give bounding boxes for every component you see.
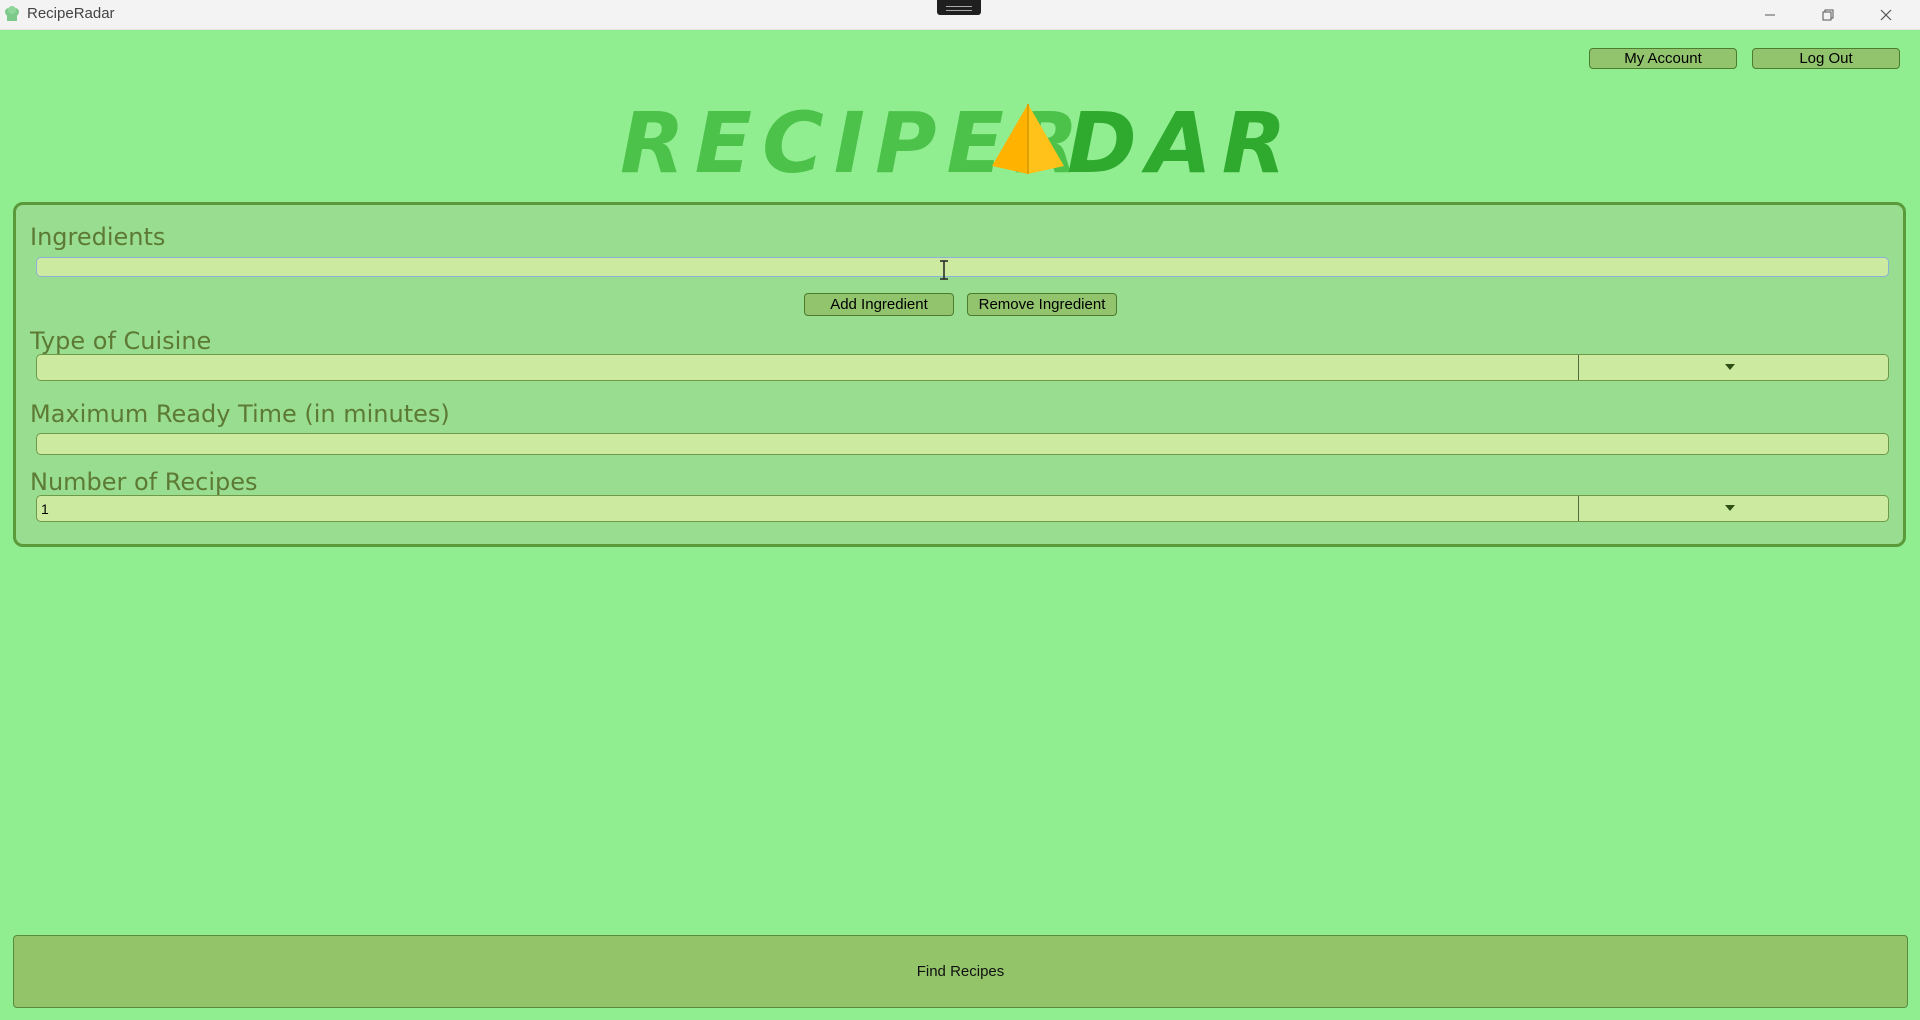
chef-hat-icon <box>5 6 19 21</box>
ingredients-input[interactable] <box>36 257 1889 277</box>
close-icon <box>1880 9 1892 20</box>
ready-time-label: Maximum Ready Time (in minutes) <box>30 400 450 428</box>
window-title: RecipeRadar <box>27 5 115 22</box>
cuisine-label: Type of Cuisine <box>30 327 212 355</box>
search-form-panel: Ingredients Add Ingredient Remove Ingred… <box>13 202 1906 547</box>
add-ingredient-button[interactable]: Add Ingredient <box>804 293 954 316</box>
close-button[interactable] <box>1857 0 1915 29</box>
restore-button[interactable] <box>1799 0 1857 29</box>
num-recipes-label: Number of Recipes <box>30 468 258 496</box>
remove-ingredient-button[interactable]: Remove Ingredient <box>967 293 1117 316</box>
drag-handle[interactable] <box>937 0 981 15</box>
num-recipes-combobox[interactable]: 1 <box>36 495 1889 522</box>
my-account-button[interactable]: My Account <box>1589 48 1737 69</box>
num-recipes-value: 1 <box>41 501 49 517</box>
ready-time-input[interactable] <box>36 433 1889 455</box>
ingredients-label: Ingredients <box>30 223 166 251</box>
find-recipes-button[interactable]: Find Recipes <box>13 935 1908 1008</box>
restore-icon <box>1822 9 1834 20</box>
chevron-down-icon[interactable] <box>1725 364 1735 370</box>
log-out-button[interactable]: Log Out <box>1752 48 1900 69</box>
minimize-icon <box>1765 14 1775 15</box>
chevron-down-icon[interactable] <box>1725 505 1735 511</box>
title-bar: RecipeRadar <box>0 0 1920 30</box>
text-cursor-icon <box>940 260 948 280</box>
minimize-button[interactable] <box>1741 0 1799 29</box>
combo-divider <box>1578 496 1579 521</box>
reciperadar-logo: RECIPER DAR <box>620 96 1296 180</box>
logo-text-right: DAR <box>1067 96 1296 180</box>
combo-divider <box>1578 355 1579 380</box>
cuisine-combobox[interactable] <box>36 354 1889 381</box>
